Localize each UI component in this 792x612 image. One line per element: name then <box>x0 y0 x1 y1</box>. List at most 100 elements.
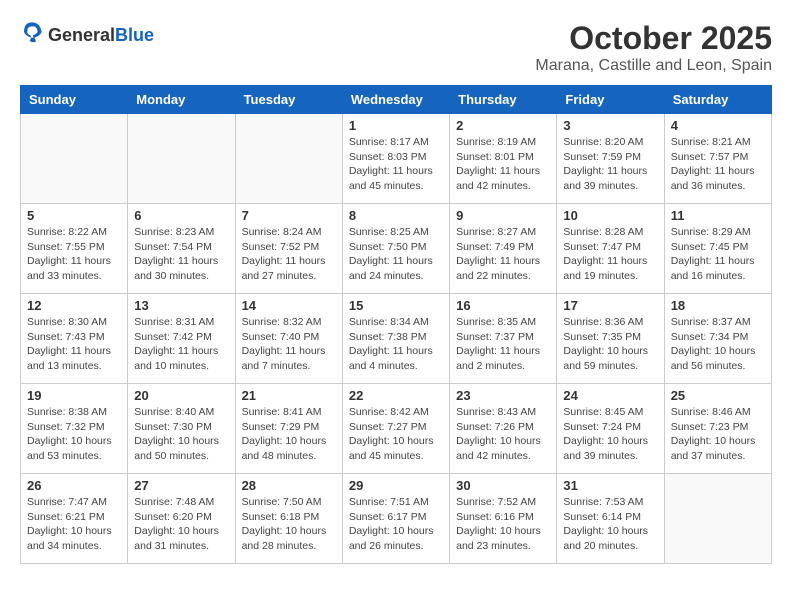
day-info: Sunrise: 8:23 AM Sunset: 7:54 PM Dayligh… <box>134 225 228 284</box>
day-info: Sunrise: 8:30 AM Sunset: 7:43 PM Dayligh… <box>27 315 121 374</box>
week-row-2: 5Sunrise: 8:22 AM Sunset: 7:55 PM Daylig… <box>21 204 772 294</box>
calendar-cell <box>21 114 128 204</box>
day-number: 21 <box>242 388 336 403</box>
weekday-header-monday: Monday <box>128 86 235 114</box>
calendar-cell: 5Sunrise: 8:22 AM Sunset: 7:55 PM Daylig… <box>21 204 128 294</box>
day-info: Sunrise: 7:51 AM Sunset: 6:17 PM Dayligh… <box>349 495 443 554</box>
calendar-cell: 31 Sunrise: 7:53 AM Sunset: 6:14 PM Dayli… <box>557 474 664 564</box>
day-info: Sunrise: 7:47 AM Sunset: 6:21 PM Dayligh… <box>27 495 121 554</box>
logo-icon <box>20 20 44 44</box>
day-info: Sunrise: 8:46 AM Sunset: 7:23 PM Dayligh… <box>671 405 765 464</box>
day-info: Sunrise: 8:34 AM Sunset: 7:38 PM Dayligh… <box>349 315 443 374</box>
day-number: 19 <box>27 388 121 403</box>
day-info: Sunrise: 8:42 AM Sunset: 7:27 PM Dayligh… <box>349 405 443 464</box>
calendar-cell: 15 Sunrise: 8:34 AM Sunset: 7:38 PM Dayli… <box>342 294 449 384</box>
calendar-cell: 23 Sunrise: 8:43 AM Sunset: 7:26 PM Dayli… <box>450 384 557 474</box>
calendar-cell: 13Sunrise: 8:31 AM Sunset: 7:42 PM Dayli… <box>128 294 235 384</box>
logo: General Blue <box>20 20 154 49</box>
week-row-3: 12 Sunrise: 8:30 AM Sunset: 7:43 PM Dayli… <box>21 294 772 384</box>
week-row-5: 26 Sunrise: 7:47 AM Sunset: 6:21 PM Dayli… <box>21 474 772 564</box>
day-info: Sunrise: 8:17 AM Sunset: 8:03 PM Dayligh… <box>349 135 443 194</box>
day-info: Sunrise: 8:28 AM Sunset: 7:47 PM Dayligh… <box>563 225 657 284</box>
day-number: 15 <box>349 298 443 313</box>
calendar-cell: 17 Sunrise: 8:36 AM Sunset: 7:35 PM Dayli… <box>557 294 664 384</box>
calendar-cell: 7 Sunrise: 8:24 AM Sunset: 7:52 PM Daylig… <box>235 204 342 294</box>
header: General Blue October 2025 Marana, Castil… <box>20 20 772 75</box>
weekday-header-row: SundayMondayTuesdayWednesdayThursdayFrid… <box>21 86 772 114</box>
calendar-cell: 18 Sunrise: 8:37 AM Sunset: 7:34 PM Dayli… <box>664 294 771 384</box>
day-number: 20 <box>134 388 228 403</box>
calendar-cell: 16 Sunrise: 8:35 AM Sunset: 7:37 PM Dayli… <box>450 294 557 384</box>
day-info: Sunrise: 7:52 AM Sunset: 6:16 PM Dayligh… <box>456 495 550 554</box>
day-number: 25 <box>671 388 765 403</box>
calendar-cell: 26 Sunrise: 7:47 AM Sunset: 6:21 PM Dayli… <box>21 474 128 564</box>
day-number: 31 <box>563 478 657 493</box>
day-number: 4 <box>671 118 765 133</box>
weekday-header-sunday: Sunday <box>21 86 128 114</box>
day-info: Sunrise: 8:45 AM Sunset: 7:24 PM Dayligh… <box>563 405 657 464</box>
title-section: October 2025 Marana, Castille and Leon, … <box>535 20 772 75</box>
day-number: 5 <box>27 208 121 223</box>
calendar-cell: 2 Sunrise: 8:19 AM Sunset: 8:01 PM Daylig… <box>450 114 557 204</box>
calendar: SundayMondayTuesdayWednesdayThursdayFrid… <box>20 85 772 564</box>
logo-blue-text: Blue <box>115 26 154 44</box>
calendar-cell: 30 Sunrise: 7:52 AM Sunset: 6:16 PM Dayli… <box>450 474 557 564</box>
day-info: Sunrise: 8:36 AM Sunset: 7:35 PM Dayligh… <box>563 315 657 374</box>
calendar-cell: 3Sunrise: 8:20 AM Sunset: 7:59 PM Daylig… <box>557 114 664 204</box>
week-row-4: 19Sunrise: 8:38 AM Sunset: 7:32 PM Dayli… <box>21 384 772 474</box>
calendar-cell: 8 Sunrise: 8:25 AM Sunset: 7:50 PM Daylig… <box>342 204 449 294</box>
calendar-cell <box>664 474 771 564</box>
day-number: 18 <box>671 298 765 313</box>
day-number: 2 <box>456 118 550 133</box>
day-info: Sunrise: 8:19 AM Sunset: 8:01 PM Dayligh… <box>456 135 550 194</box>
day-info: Sunrise: 8:35 AM Sunset: 7:37 PM Dayligh… <box>456 315 550 374</box>
calendar-cell: 20 Sunrise: 8:40 AM Sunset: 7:30 PM Dayli… <box>128 384 235 474</box>
day-info: Sunrise: 8:37 AM Sunset: 7:34 PM Dayligh… <box>671 315 765 374</box>
day-info: Sunrise: 7:48 AM Sunset: 6:20 PM Dayligh… <box>134 495 228 554</box>
weekday-header-tuesday: Tuesday <box>235 86 342 114</box>
day-info: Sunrise: 8:24 AM Sunset: 7:52 PM Dayligh… <box>242 225 336 284</box>
day-info: Sunrise: 7:50 AM Sunset: 6:18 PM Dayligh… <box>242 495 336 554</box>
calendar-cell: 27 Sunrise: 7:48 AM Sunset: 6:20 PM Dayli… <box>128 474 235 564</box>
day-info: Sunrise: 8:43 AM Sunset: 7:26 PM Dayligh… <box>456 405 550 464</box>
day-number: 28 <box>242 478 336 493</box>
day-number: 8 <box>349 208 443 223</box>
calendar-cell: 21Sunrise: 8:41 AM Sunset: 7:29 PM Dayli… <box>235 384 342 474</box>
calendar-cell: 6 Sunrise: 8:23 AM Sunset: 7:54 PM Daylig… <box>128 204 235 294</box>
day-info: Sunrise: 8:27 AM Sunset: 7:49 PM Dayligh… <box>456 225 550 284</box>
day-info: Sunrise: 8:25 AM Sunset: 7:50 PM Dayligh… <box>349 225 443 284</box>
day-number: 22 <box>349 388 443 403</box>
week-row-1: 1 Sunrise: 8:17 AM Sunset: 8:03 PM Daylig… <box>21 114 772 204</box>
day-number: 30 <box>456 478 550 493</box>
day-info: Sunrise: 7:53 AM Sunset: 6:14 PM Dayligh… <box>563 495 657 554</box>
calendar-cell: 14Sunrise: 8:32 AM Sunset: 7:40 PM Dayli… <box>235 294 342 384</box>
day-info: Sunrise: 8:21 AM Sunset: 7:57 PM Dayligh… <box>671 135 765 194</box>
calendar-cell: 4 Sunrise: 8:21 AM Sunset: 7:57 PM Daylig… <box>664 114 771 204</box>
day-number: 23 <box>456 388 550 403</box>
calendar-cell: 1 Sunrise: 8:17 AM Sunset: 8:03 PM Daylig… <box>342 114 449 204</box>
calendar-cell: 28 Sunrise: 7:50 AM Sunset: 6:18 PM Dayli… <box>235 474 342 564</box>
day-info: Sunrise: 8:29 AM Sunset: 7:45 PM Dayligh… <box>671 225 765 284</box>
calendar-cell <box>128 114 235 204</box>
weekday-header-friday: Friday <box>557 86 664 114</box>
logo-general-text: General <box>48 26 115 44</box>
calendar-cell: 9Sunrise: 8:27 AM Sunset: 7:49 PM Daylig… <box>450 204 557 294</box>
day-number: 12 <box>27 298 121 313</box>
calendar-cell: 19Sunrise: 8:38 AM Sunset: 7:32 PM Dayli… <box>21 384 128 474</box>
day-number: 10 <box>563 208 657 223</box>
day-number: 29 <box>349 478 443 493</box>
day-info: Sunrise: 8:40 AM Sunset: 7:30 PM Dayligh… <box>134 405 228 464</box>
day-number: 27 <box>134 478 228 493</box>
day-number: 6 <box>134 208 228 223</box>
weekday-header-wednesday: Wednesday <box>342 86 449 114</box>
calendar-cell: 22 Sunrise: 8:42 AM Sunset: 7:27 PM Dayli… <box>342 384 449 474</box>
calendar-cell: 12 Sunrise: 8:30 AM Sunset: 7:43 PM Dayli… <box>21 294 128 384</box>
day-number: 1 <box>349 118 443 133</box>
calendar-cell: 10 Sunrise: 8:28 AM Sunset: 7:47 PM Dayli… <box>557 204 664 294</box>
calendar-cell: 11Sunrise: 8:29 AM Sunset: 7:45 PM Dayli… <box>664 204 771 294</box>
day-number: 17 <box>563 298 657 313</box>
day-number: 16 <box>456 298 550 313</box>
calendar-cell: 25 Sunrise: 8:46 AM Sunset: 7:23 PM Dayli… <box>664 384 771 474</box>
day-number: 26 <box>27 478 121 493</box>
day-number: 7 <box>242 208 336 223</box>
